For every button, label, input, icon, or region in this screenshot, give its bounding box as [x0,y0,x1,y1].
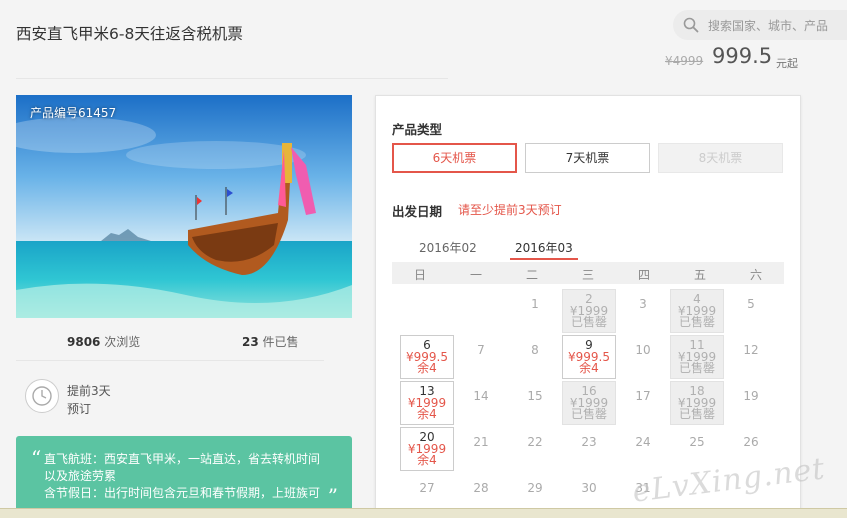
calendar-day-8: 8 [508,335,562,379]
type-6-day-button[interactable]: 6天机票 [392,143,517,173]
sold-stat: 23 件已售 [242,333,299,350]
day-number: 21 [473,435,489,449]
weekday-sat: 六 [749,268,762,282]
day-stock: 余4 [417,407,437,421]
departure-date-label: 出发日期 [392,204,443,219]
advance-booking-line1: 提前3天 [67,384,111,398]
weekday-mon: 一 [469,268,482,282]
weekday-wed: 三 [581,268,594,282]
calendar-day-14: 14 [454,381,508,425]
product-type-label: 产品类型 [392,122,443,137]
sold-count: 23 [242,335,259,349]
weekday-sun: 日 [413,268,426,282]
calendar-day-23: 23 [562,427,616,471]
day-stock: 已售罄 [570,315,607,329]
day-number: 30 [581,481,597,495]
day-stock: 余4 [417,361,437,375]
views-stat: 9806 次浏览 [67,333,140,350]
highlight-line: 含节假日：出行时间包含元旦和春节假期，上班族可 [44,486,321,500]
search-icon [683,17,699,33]
day-stock: 已售罄 [678,361,715,375]
calendar-day-19: 19 [724,381,778,425]
date-hint: 请至少提前3天预订 [458,203,562,217]
original-price: ¥4999 [665,54,704,68]
day-number: 22 [527,435,543,449]
page-title: 西安直飞甲米6-8天往返含税机票 [16,25,243,43]
day-number: 23 [581,435,597,449]
month-tab-mar[interactable]: 2016年03 [510,239,578,260]
calendar-day-22: 22 [508,427,562,471]
day-number: 1 [531,297,539,311]
calendar-day-11: 11 ¥1999 已售罄 [670,335,724,379]
sold-label: 件已售 [258,335,299,349]
search-placeholder: 搜索国家、城市、产品 [708,19,829,33]
product-photo[interactable] [16,95,352,318]
current-price: 999.5 [712,44,773,68]
calendar-day-17: 17 [616,381,670,425]
calendar-day-24: 24 [616,427,670,471]
calendar-day-13[interactable]: 13 ¥1999 余4 [400,381,454,425]
month-tab-feb[interactable]: 2016年02 [419,239,477,256]
weekday-tue: 二 [525,268,538,282]
day-number: 8 [531,343,539,357]
day-number: 14 [473,389,489,403]
clock-icon [25,379,59,413]
day-stock: 余4 [417,453,437,467]
weekday-header: 日 一 二 三 四 五 六 [392,262,784,284]
day-number: 28 [473,481,489,495]
day-stock: 已售罄 [678,407,715,421]
day-number: 27 [419,481,435,495]
price-suffix: 元起 [776,57,798,70]
highlights-box: “ 直飞航班：西安直飞甲米，一站直达，省去转机时间 以及旅途劳累 含节假日：出行… [16,436,352,518]
header-divider [16,78,448,79]
day-number: 26 [743,435,759,449]
search-box[interactable]: 搜索国家、城市、产品 [673,10,847,40]
taskbar [0,508,847,518]
close-quote-icon: ” [327,484,338,508]
views-label: 次浏览 [100,335,141,349]
calendar-day-15: 15 [508,381,562,425]
highlight-line: 直飞航班：西安直飞甲米，一站直达，省去转机时间 [44,452,321,466]
day-stock: 已售罄 [678,315,715,329]
product-number: 产品编号61457 [30,106,117,120]
advance-booking-line2: 预订 [67,402,92,416]
calendar-day-3: 3 [616,289,670,333]
day-number: 15 [527,389,543,403]
weekday-thu: 四 [637,268,650,282]
stats-divider [16,360,324,361]
calendar-day-21: 21 [454,427,508,471]
calendar-day-6[interactable]: 6 ¥999.5 余4 [400,335,454,379]
views-count: 9806 [67,335,101,349]
booking-panel: 产品类型 6天机票 7天机票 8天机票 出发日期 请至少提前3天预订 2016年… [375,95,801,518]
highlight-line: 以及旅途劳累 [44,469,117,483]
day-number: 17 [635,389,651,403]
day-number: 7 [477,343,485,357]
calendar-day-9[interactable]: 9 ¥999.5 余4 [562,335,616,379]
day-number: 5 [747,297,755,311]
type-7-day-button[interactable]: 7天机票 [525,143,650,173]
day-stock: 已售罄 [570,407,607,421]
day-number: 25 [689,435,705,449]
calendar-day-12: 12 [724,335,778,379]
calendar-day-4: 4 ¥1999 已售罄 [670,289,724,333]
day-number: 10 [635,343,651,357]
type-8-day-button: 8天机票 [658,143,783,173]
day-number: 24 [635,435,651,449]
open-quote-icon: “ [31,446,42,470]
day-number: 3 [639,297,647,311]
day-number: 19 [743,389,759,403]
calendar-day-16: 16 ¥1999 已售罄 [562,381,616,425]
day-number: 29 [527,481,543,495]
calendar-day-7: 7 [454,335,508,379]
calendar-day-5: 5 [724,289,778,333]
calendar-day-20[interactable]: 20 ¥1999 余4 [400,427,454,471]
calendar-day-18: 18 ¥1999 已售罄 [670,381,724,425]
weekday-fri: 五 [693,268,706,282]
day-stock: 余4 [579,361,599,375]
calendar-day-2: 2 ¥1999 已售罄 [562,289,616,333]
calendar-day-10: 10 [616,335,670,379]
day-number: 12 [743,343,759,357]
calendar-day-1: 1 [508,289,562,333]
